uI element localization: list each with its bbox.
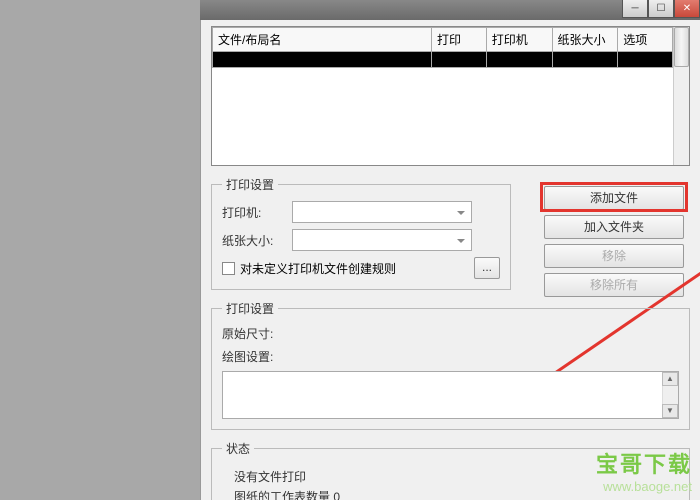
create-rule-label: 对未定义打印机文件创建规则 bbox=[240, 260, 396, 277]
watermark-url: www.baoge.net bbox=[596, 479, 692, 494]
th-papersize[interactable]: 纸张大小 bbox=[552, 28, 618, 52]
printer-combo[interactable] bbox=[292, 201, 472, 223]
print-settings2-legend: 打印设置 bbox=[222, 300, 278, 317]
table-header-row: 文件/布局名 打印 打印机 纸张大小 选项 bbox=[213, 28, 673, 52]
scroll-up-icon[interactable]: ▲ bbox=[662, 372, 678, 386]
status-legend: 状态 bbox=[222, 440, 254, 457]
table-row[interactable] bbox=[213, 52, 673, 68]
left-sidebar bbox=[0, 0, 200, 500]
draw-settings-label: 绘图设置: bbox=[222, 348, 292, 365]
add-folder-button[interactable]: 加入文件夹 bbox=[544, 215, 684, 239]
textarea-scrollbar[interactable]: ▲ ▼ bbox=[662, 372, 678, 418]
print-settings-group: 打印设置 打印机: 纸张大小: 对未定义打印机文件创建规则 ... bbox=[211, 176, 511, 290]
scroll-down-icon[interactable]: ▼ bbox=[662, 404, 678, 418]
file-table: 文件/布局名 打印 打印机 纸张大小 选项 bbox=[212, 27, 673, 68]
printer-label: 打印机: bbox=[222, 204, 292, 221]
orig-size-label: 原始尺寸: bbox=[222, 325, 292, 342]
scrollbar-handle[interactable] bbox=[674, 27, 689, 67]
create-rule-checkbox[interactable] bbox=[222, 262, 235, 275]
print-settings-legend: 打印设置 bbox=[222, 176, 278, 193]
table-scrollbar[interactable] bbox=[673, 27, 689, 165]
th-printer[interactable]: 打印机 bbox=[486, 28, 552, 52]
watermark: 宝哥下载 www.baoge.net bbox=[596, 447, 692, 494]
paper-combo[interactable] bbox=[292, 229, 472, 251]
main-panel: 文件/布局名 打印 打印机 纸张大小 选项 打印设置 打印机: 纸张 bbox=[200, 20, 700, 500]
minimize-button[interactable]: ─ bbox=[622, 0, 648, 18]
th-filename[interactable]: 文件/布局名 bbox=[213, 28, 432, 52]
print-settings2-group: 打印设置 原始尺寸: 绘图设置: ▲ ▼ bbox=[211, 300, 690, 430]
side-button-panel: 添加文件 加入文件夹 移除 移除所有 bbox=[544, 186, 684, 297]
watermark-title: 宝哥下载 bbox=[596, 447, 692, 479]
paper-label: 纸张大小: bbox=[222, 232, 292, 249]
draw-settings-textarea[interactable]: ▲ ▼ bbox=[222, 371, 679, 419]
maximize-button[interactable]: ☐ bbox=[648, 0, 674, 18]
add-file-button[interactable]: 添加文件 bbox=[544, 186, 684, 210]
remove-button[interactable]: 移除 bbox=[544, 244, 684, 268]
browse-button[interactable]: ... bbox=[474, 257, 500, 279]
th-print[interactable]: 打印 bbox=[432, 28, 487, 52]
close-button[interactable]: ✕ bbox=[674, 0, 700, 18]
file-table-container: 文件/布局名 打印 打印机 纸张大小 选项 bbox=[211, 26, 690, 166]
th-options[interactable]: 选项 bbox=[618, 28, 673, 52]
remove-all-button[interactable]: 移除所有 bbox=[544, 273, 684, 297]
